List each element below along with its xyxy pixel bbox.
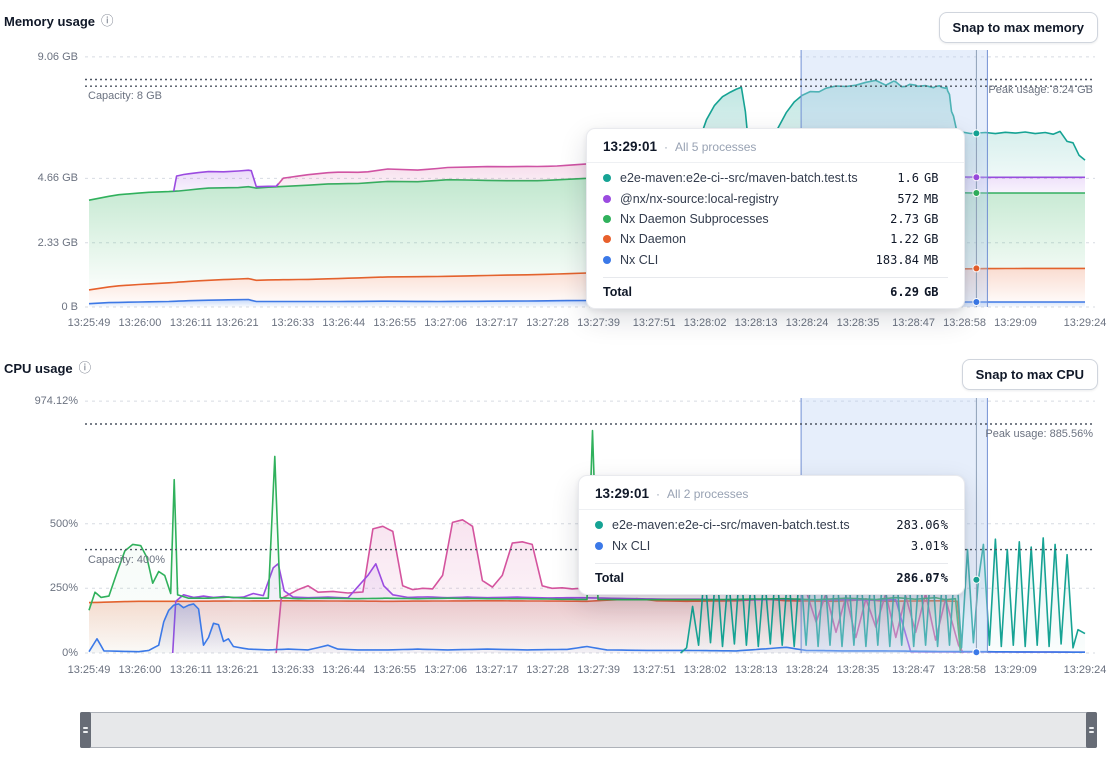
process-value: 283.06	[890, 517, 940, 533]
tooltip-row: Nx Daemon1.22 GB	[587, 229, 964, 249]
process-value-unit: MB	[924, 191, 948, 207]
tooltip-row: Nx CLI183.84 MB	[587, 250, 964, 270]
tooltip-row: e2e-maven:e2e-ci--src/maven-batch.test.t…	[579, 515, 964, 535]
cpu-tooltip-total-row: Total 286.07 %	[595, 563, 948, 594]
process-value-unit: %	[941, 517, 948, 533]
process-color-dot	[595, 521, 603, 529]
charts-canvas[interactable]	[0, 0, 1118, 761]
total-label: Total	[603, 284, 869, 300]
process-name: @nx/nx-source:local-registry	[620, 191, 869, 207]
process-color-dot	[603, 235, 611, 243]
snap-to-max-cpu-button[interactable]: Snap to max CPU	[962, 359, 1098, 390]
brush-handle-left[interactable]	[80, 712, 91, 748]
process-name: e2e-maven:e2e-ci--src/maven-batch.test.t…	[620, 170, 869, 186]
memory-usage-header: Memory usage ⓘ	[4, 14, 114, 29]
process-value-unit: %	[941, 538, 948, 554]
process-value-unit: GB	[924, 170, 948, 186]
tooltip-time: 13:29:01	[595, 486, 649, 501]
memory-tooltip: 13:29:01 · All 5 processes e2e-maven:e2e…	[586, 128, 965, 309]
process-name: Nx CLI	[612, 538, 890, 554]
cpu-tooltip: 13:29:01 · All 2 processes e2e-maven:e2e…	[578, 475, 965, 595]
memory-tooltip-total-row: Total 6.29 GB	[603, 277, 948, 308]
cpu-usage-header: CPU usage ⓘ	[4, 361, 91, 376]
tooltip-separator: ·	[656, 487, 660, 501]
process-color-dot	[603, 174, 611, 182]
process-value: 3.01	[890, 538, 940, 554]
hover-cursor-dot	[973, 174, 980, 181]
process-name: Nx CLI	[620, 252, 869, 268]
total-unit: %	[941, 570, 948, 586]
info-icon[interactable]: ⓘ	[79, 362, 92, 375]
process-color-dot	[603, 215, 611, 223]
tooltip-separator: ·	[664, 140, 668, 154]
process-value: 1.22	[869, 231, 919, 247]
process-name: Nx Daemon Subprocesses	[620, 211, 869, 227]
total-unit: GB	[924, 284, 948, 300]
process-color-dot	[603, 195, 611, 203]
tooltip-row: @nx/nx-source:local-registry572 MB	[587, 188, 964, 208]
hover-cursor-dot	[973, 576, 980, 583]
total-value: 286.07	[890, 570, 940, 586]
nx-process-monitor: Memory usage ⓘ Snap to max memory CPU us…	[0, 0, 1118, 761]
info-icon[interactable]: ⓘ	[101, 15, 114, 28]
process-value: 2.73	[869, 211, 919, 227]
total-label: Total	[595, 570, 890, 586]
process-value: 572	[869, 191, 919, 207]
memory-tooltip-rows: e2e-maven:e2e-ci--src/maven-batch.test.t…	[587, 163, 964, 275]
memory-tooltip-header: 13:29:01 · All 5 processes	[587, 129, 964, 163]
process-color-dot	[595, 542, 603, 550]
tooltip-process-count: All 5 processes	[675, 140, 756, 154]
tooltip-row: Nx CLI3.01%	[579, 535, 964, 555]
process-color-dot	[603, 256, 611, 264]
process-value-unit: MB	[924, 252, 948, 268]
process-value-unit: GB	[924, 211, 948, 227]
cpu-tooltip-header: 13:29:01 · All 2 processes	[579, 476, 964, 510]
hover-cursor-dot	[973, 190, 980, 197]
cpu-usage-title: CPU usage	[4, 361, 73, 376]
tooltip-row: e2e-maven:e2e-ci--src/maven-batch.test.t…	[587, 168, 964, 188]
tooltip-row: Nx Daemon Subprocesses2.73 GB	[587, 209, 964, 229]
hover-cursor-dot	[973, 265, 980, 272]
hover-cursor-dot	[973, 649, 980, 656]
tooltip-time: 13:29:01	[603, 139, 657, 154]
process-name: e2e-maven:e2e-ci--src/maven-batch.test.t…	[612, 517, 890, 533]
process-value: 1.6	[869, 170, 919, 186]
time-range-brush[interactable]	[80, 712, 1097, 748]
process-value: 183.84	[869, 252, 919, 268]
tooltip-process-count: All 2 processes	[667, 487, 748, 501]
process-name: Nx Daemon	[620, 231, 869, 247]
total-value: 6.29	[869, 284, 919, 300]
snap-to-max-memory-button[interactable]: Snap to max memory	[939, 12, 1099, 43]
process-value-unit: GB	[924, 231, 948, 247]
hover-cursor-dot	[973, 299, 980, 306]
memory-usage-title: Memory usage	[4, 14, 95, 29]
cpu-tooltip-rows: e2e-maven:e2e-ci--src/maven-batch.test.t…	[579, 510, 964, 561]
hover-cursor-dot	[973, 130, 980, 137]
brush-handle-right[interactable]	[1086, 712, 1097, 748]
